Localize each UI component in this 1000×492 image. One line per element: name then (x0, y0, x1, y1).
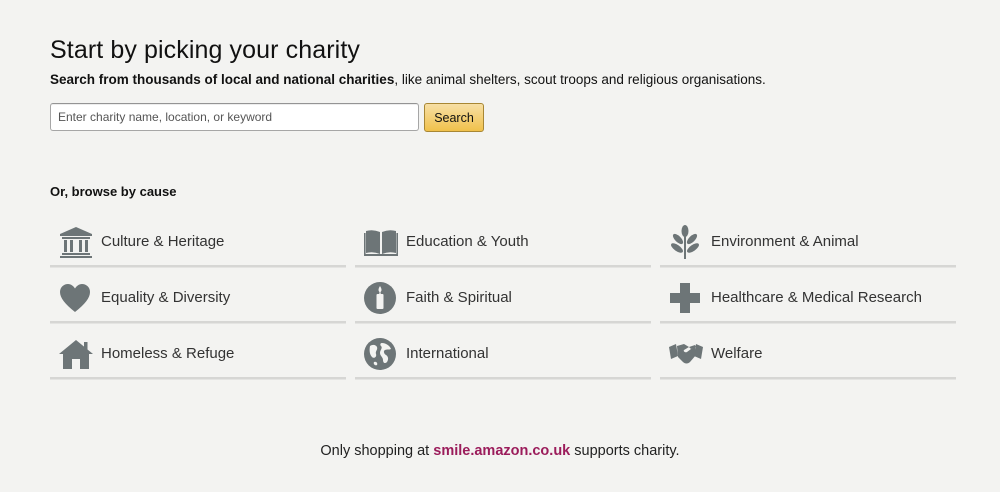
footer-suffix: supports charity. (570, 443, 680, 459)
subtitle-rest: , like animal shelters, scout troops and… (394, 72, 766, 87)
house-icon (59, 337, 97, 371)
footer-note: Only shopping at smile.amazon.co.uk supp… (0, 443, 1000, 459)
cause-environment-animal[interactable]: Environment & Animal (660, 218, 956, 267)
page-subtitle: Search from thousands of local and natio… (50, 72, 766, 87)
cause-label: Education & Youth (406, 233, 529, 250)
cause-grid: Culture & Heritage Education & Youth Env… (50, 218, 956, 379)
cause-label: Equality & Diversity (101, 289, 231, 306)
cause-label: Faith & Spiritual (406, 289, 512, 306)
browse-by-cause-heading: Or, browse by cause (50, 184, 177, 199)
medical-cross-icon (669, 281, 707, 315)
museum-icon (59, 225, 97, 259)
cause-equality-diversity[interactable]: Equality & Diversity (50, 274, 346, 323)
cause-label: Environment & Animal (711, 233, 859, 250)
cause-welfare[interactable]: Welfare (660, 330, 956, 379)
globe-icon (364, 337, 402, 371)
cause-healthcare-medical-research[interactable]: Healthcare & Medical Research (660, 274, 956, 323)
footer-prefix: Only shopping at (320, 443, 434, 459)
handshake-icon (669, 337, 707, 371)
search-button[interactable]: Search (424, 103, 484, 132)
page-title: Start by picking your charity (50, 36, 360, 64)
charity-search-input[interactable] (50, 103, 419, 131)
cause-label: Culture & Heritage (101, 233, 225, 250)
cause-culture-heritage[interactable]: Culture & Heritage (50, 218, 346, 267)
heart-icon (59, 281, 97, 315)
book-icon (364, 225, 402, 259)
cause-faith-spiritual[interactable]: Faith & Spiritual (355, 274, 651, 323)
cause-label: Welfare (711, 345, 763, 362)
cause-label: Homeless & Refuge (101, 345, 235, 362)
candle-icon (364, 281, 402, 315)
smile-amazon-link[interactable]: smile.amazon.co.uk (433, 443, 570, 459)
cause-international[interactable]: International (355, 330, 651, 379)
subtitle-bold: Search from thousands of local and natio… (50, 72, 395, 87)
cause-education-youth[interactable]: Education & Youth (355, 218, 651, 267)
leaf-icon (669, 224, 707, 259)
cause-homeless-refuge[interactable]: Homeless & Refuge (50, 330, 346, 379)
cause-label: Healthcare & Medical Research (711, 289, 922, 306)
cause-label: International (406, 345, 489, 362)
